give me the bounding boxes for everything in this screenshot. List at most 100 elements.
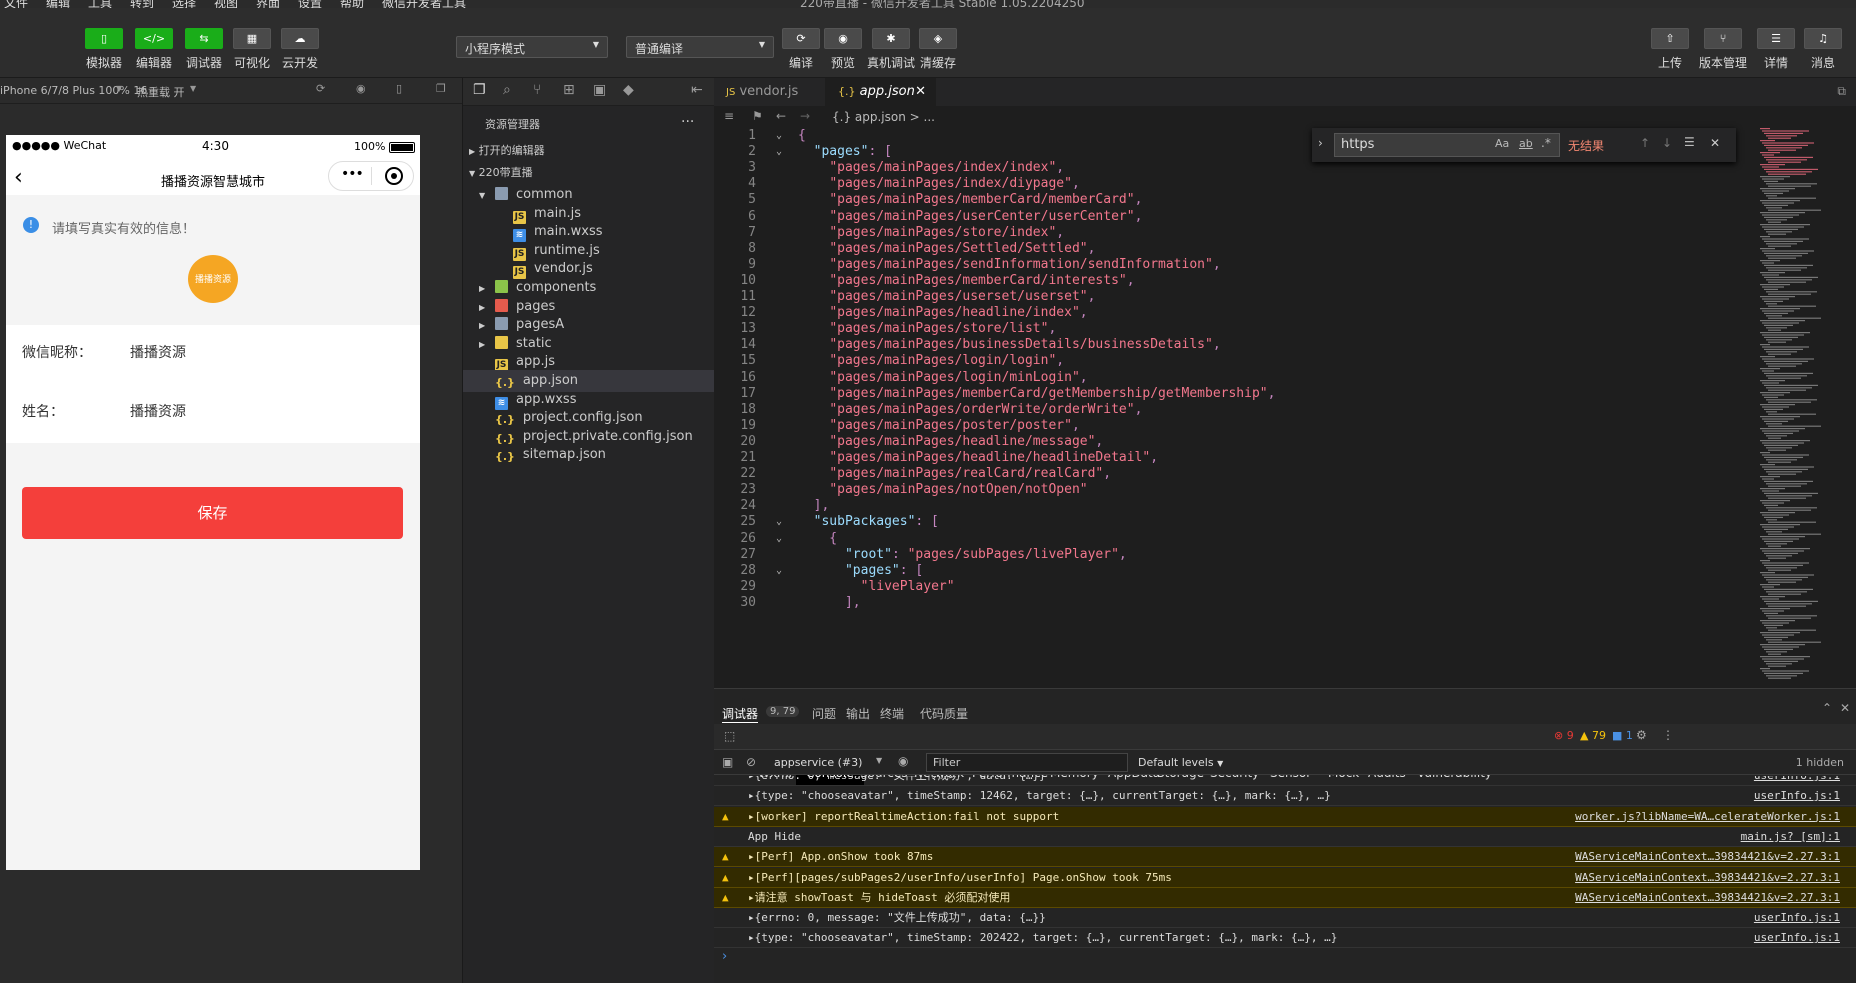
git-icon[interactable]: ⑂ [533,82,541,98]
console-source-link[interactable]: userInfo.js:1 [1754,776,1840,786]
hot-reload-toggle[interactable]: 热重载 开 [137,84,185,100]
menu-item[interactable]: 界面 [256,0,280,8]
nickname-input[interactable]: 播播资源 [130,342,186,362]
debug-icon[interactable]: ▣ [593,82,606,98]
console-source-link[interactable]: main.js? [sm]:1 [1741,827,1840,847]
info-count[interactable]: ■ 1 [1612,729,1633,742]
context-select[interactable]: appservice (#3) [774,756,862,769]
whole-word-icon[interactable]: ab [1519,137,1533,150]
warning-count[interactable]: ▲ 79 [1580,729,1606,742]
window-icon[interactable]: ❐ [436,82,446,95]
name-input[interactable]: 播播资源 [130,401,186,421]
console-source-link[interactable]: userInfo.js:1 [1754,786,1840,806]
console-prompt[interactable]: › [722,949,727,964]
panel-tab[interactable]: 问题 [812,705,836,722]
console-source-link[interactable]: userInfo.js:1 [1754,928,1840,948]
eye-icon[interactable]: ◉ [898,754,908,768]
console-row[interactable]: ▲ ▸[Perf][pages/subPages2/userInfo/userIn… [714,867,1856,888]
stop-icon[interactable]: ◉ [356,82,366,95]
open-editors-section[interactable]: ▶ 打开的编辑器 [463,140,715,162]
collapse-icon[interactable]: ⇤ [691,82,703,98]
split-editor-icon[interactable]: ⧉ [1837,84,1846,99]
console-row[interactable]: ▲ ▸[worker] reportRealtimeAction:fail not… [714,806,1856,827]
bookmark-icon[interactable]: ⚑ [752,109,763,123]
menu-item[interactable]: 文件 [4,0,28,8]
project-section[interactable]: ▼ 220带直播 [463,162,715,184]
name-label: 姓名： [22,404,64,420]
file-tree-item[interactable]: {.} sitemap.json [463,444,715,466]
tab-app-json[interactable]: {.} app.json ✕ [826,78,936,106]
menu-item[interactable]: 设置 [298,0,322,8]
panel-tab[interactable]: 输出 [846,705,870,722]
capsule-button[interactable]: ••• [328,161,414,191]
back-arrow-icon[interactable]: ← [776,109,786,123]
more-icon[interactable]: ... [681,110,694,126]
chevron-down-icon: ▼ [469,169,476,178]
compile-select[interactable]: 普通编译 ▼ [626,36,774,58]
close-icon[interactable]: ✕ [1840,701,1850,715]
console-output[interactable]: ▸{errno: 0, message: "文件上传成功", data: {…}… [714,776,1856,981]
extensions-icon[interactable]: ⊞ [563,82,575,98]
console-source-link[interactable]: WAServiceMainContext…39834421&v=2.27.3:1 [1575,847,1840,867]
console-source-link[interactable]: WAServiceMainContext…39834421&v=2.27.3:1 [1575,868,1840,888]
console-row[interactable]: ▸{errno: 0, message: "文件上传成功", data: {…}… [714,908,1856,929]
console-row[interactable]: App Hide main.js? [sm]:1 [714,827,1856,847]
phone-icon[interactable]: ▯ [396,82,402,95]
error-count[interactable]: ⊗ 9 [1554,729,1574,742]
search-icon[interactable]: ⌕ [503,82,511,98]
menu-item[interactable]: 视图 [214,0,238,8]
chevron-up-icon[interactable]: ⌃ [1822,701,1832,715]
arrow-up-icon[interactable]: ↑ [1640,136,1650,150]
levels-select[interactable]: Default levels ▼ [1138,756,1223,769]
list-icon[interactable]: ≡ [724,109,734,123]
selection-icon[interactable]: ☰ [1684,135,1695,149]
menu-item[interactable]: 选择 [172,0,196,8]
console-source-link[interactable]: userInfo.js:1 [1754,908,1840,928]
console-row[interactable]: ▲ ▸请注意 showToast 与 hideToast 必须配对使用 WAServ… [714,887,1856,908]
menu-item[interactable]: 微信开发者工具 [382,0,466,8]
refresh-icon[interactable]: ⟳ [316,82,325,95]
chevron-right-icon[interactable]: › [1318,136,1323,150]
files-icon[interactable]: ❐ [473,82,486,98]
mode-select[interactable]: 小程序模式 ▼ [456,36,608,58]
console-row[interactable]: ▸{errno: 0, message: "文件上传成功", data: {…}… [714,776,1856,786]
settings-icon[interactable]: ⚙ [1636,728,1647,742]
code-area[interactable]: 1 ⌄{2 ⌄ "pages": [3 "pages/mainPages/index… [714,128,1754,688]
minimap[interactable] [1756,128,1846,688]
close-icon[interactable]: ✕ [915,78,926,106]
menu-item[interactable]: 编辑 [46,0,70,8]
close-target-icon[interactable] [385,167,403,185]
match-case-icon[interactable]: Aa [1495,137,1509,150]
arrow-down-icon[interactable]: ↓ [1662,136,1672,150]
menu-item[interactable]: 帮助 [340,0,364,8]
menu-item[interactable]: 工具 [88,0,112,8]
find-input[interactable]: https Aa ab .* [1334,133,1560,157]
filter-input[interactable]: Filter [926,753,1128,772]
clear-icon[interactable]: ⊘ [746,755,756,769]
console-row[interactable]: ▸{type: "chooseavatar", timeStamp: 12462… [714,786,1856,807]
breadcrumb[interactable]: {.} app.json > ... [832,110,935,124]
minimap-line [1768,185,1811,187]
position-badge[interactable]: 9, 79 [766,706,800,717]
close-icon[interactable]: ✕ [1710,136,1720,150]
panel-tab[interactable]: 调试器 [722,705,759,723]
panel-tab[interactable]: 代码质量 [920,705,968,722]
regex-icon[interactable]: .* [1541,136,1551,150]
code-icon: </> [135,28,173,49]
save-button[interactable]: 保存 [22,487,403,539]
docker-icon[interactable]: ◆ [623,82,634,98]
inspect-icon[interactable]: ⬚ [724,729,735,743]
code-line[interactable]: 30 ], [714,593,1754,612]
menu-item[interactable]: 转到 [130,0,154,8]
console-row[interactable]: ▲ ▸[Perf] App.onShow took 87ms WAServiceMa… [714,847,1856,868]
more-vert-icon[interactable]: ⋮ [1662,728,1674,742]
forward-arrow-icon[interactable]: → [800,109,810,123]
console-source-link[interactable]: WAServiceMainContext…39834421&v=2.27.3:1 [1575,888,1840,908]
console-source-link[interactable]: worker.js?libName=WA…celerateWorker.js:1 [1575,807,1840,827]
more-dots-icon[interactable]: ••• [341,166,364,182]
panel-tab[interactable]: 终端 [880,705,904,722]
sidebar-toggle-icon[interactable]: ▣ [722,755,733,769]
tab-vendor-js[interactable]: JS vendor.js [714,78,826,106]
console-row[interactable]: ▸{type: "chooseavatar", timeStamp: 20242… [714,928,1856,949]
device-select[interactable]: iPhone 6/7/8 Plus 100% 16 [0,84,147,97]
